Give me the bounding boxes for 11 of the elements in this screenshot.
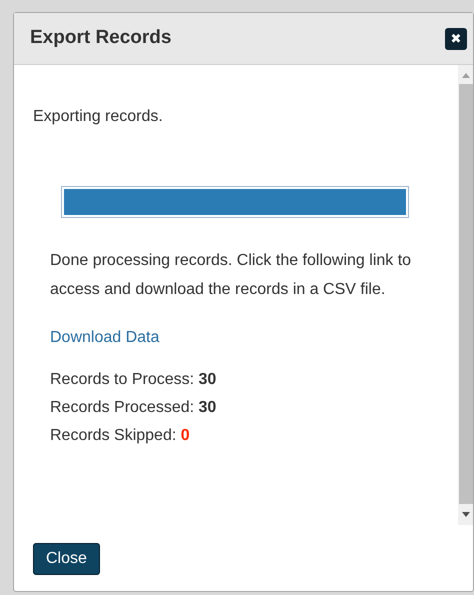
stat-line: Records Processed: 30 [50,398,218,418]
scroll-down-icon[interactable] [462,512,470,517]
status-text: Exporting records. [33,107,164,127]
stat-line: Records to Process: 30 [50,370,218,390]
close-button[interactable]: Close [33,543,100,575]
message-text: Done processing records. Click the following link to access and download the records in a CSV file. [50,251,412,300]
stat-line: Records Skipped: 0 [50,426,191,446]
close-icon[interactable]: ✖ [445,28,467,50]
scroll-up-icon[interactable] [462,73,470,78]
dialog-title: Export Records [30,26,172,50]
download-link[interactable]: Download Data [50,326,160,350]
